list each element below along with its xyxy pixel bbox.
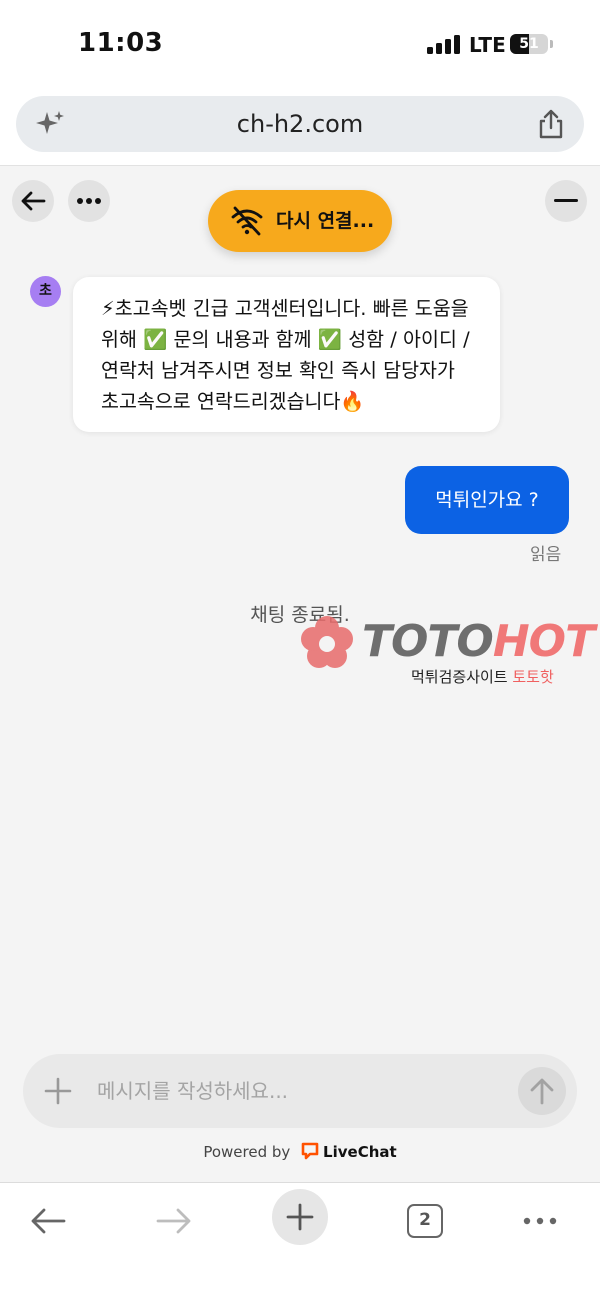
plus-icon <box>286 1203 314 1231</box>
reconnect-label: 다시 연결... <box>276 210 375 232</box>
chat-minimize-button[interactable] <box>545 180 587 222</box>
watermark-brand-a: TOTO <box>362 616 494 667</box>
browser-toolbar: 2 <box>0 1182 600 1301</box>
send-button[interactable] <box>518 1067 566 1115</box>
new-tab-button[interactable] <box>272 1189 328 1245</box>
more-dots-icon <box>523 1217 557 1225</box>
share-icon[interactable] <box>536 108 566 140</box>
status-time: 11:03 <box>78 28 164 58</box>
network-type: LTE <box>469 33 506 57</box>
address-bar[interactable]: ch-h2.com <box>16 96 584 152</box>
arrow-right-icon <box>156 1208 191 1234</box>
browser-menu-button[interactable] <box>512 1193 568 1249</box>
attach-plus-icon[interactable] <box>43 1076 73 1106</box>
chat-back-button[interactable] <box>12 180 54 222</box>
message-input[interactable] <box>97 1054 497 1128</box>
message-composer <box>23 1054 577 1128</box>
powered-by-label: Powered by <box>203 1143 291 1161</box>
chat-panel: 다시 연결... 초 ⚡초고속벳 긴급 고객센터입니다. 빠른 도움을 위해 ✅… <box>0 166 600 1182</box>
watermark-brand: TOTOHOT <box>362 616 595 667</box>
battery-nub <box>550 40 553 48</box>
tab-switcher-button[interactable]: 2 <box>397 1193 453 1249</box>
more-dots-icon <box>77 198 101 204</box>
minimize-icon <box>554 199 578 202</box>
user-message: 먹튀인가요 ? <box>405 466 569 534</box>
arrow-left-icon <box>31 1208 66 1234</box>
arrow-left-icon <box>21 191 46 211</box>
reconnect-button[interactable]: 다시 연결... <box>208 190 392 252</box>
livechat-logo-icon <box>301 1142 319 1160</box>
watermark-sub-b: 토토핫 <box>512 668 554 686</box>
wifi-off-icon <box>231 206 263 236</box>
status-bar: 11:03 LTE 51 <box>0 0 600 90</box>
url-text[interactable]: ch-h2.com <box>16 96 584 152</box>
agent-avatar: 초 <box>30 276 61 307</box>
tab-count: 2 <box>407 1204 443 1238</box>
watermark-subtitle: 먹튀검증사이트 토토핫 <box>411 666 554 687</box>
browser-address-area: ch-h2.com <box>0 90 600 166</box>
browser-back-button[interactable] <box>20 1193 76 1249</box>
read-status: 읽음 <box>530 545 562 565</box>
watermark-sub-a: 먹튀검증사이트 <box>411 668 513 686</box>
battery-icon: 51 <box>510 34 548 54</box>
chat-more-button[interactable] <box>68 180 110 222</box>
signal-icon <box>427 34 461 54</box>
watermark-brand-b: HOT <box>492 616 595 667</box>
watermark-logo-icon <box>301 616 353 668</box>
arrow-up-icon <box>530 1078 554 1105</box>
battery-percent: 51 <box>519 36 539 52</box>
agent-message: ⚡초고속벳 긴급 고객센터입니다. 빠른 도움을 위해 ✅ 문의 내용과 함께 … <box>73 277 500 432</box>
powered-by-footer[interactable]: Powered by LiveChat <box>0 1142 600 1161</box>
browser-forward-button[interactable] <box>146 1193 202 1249</box>
livechat-brand: LiveChat <box>323 1143 397 1161</box>
